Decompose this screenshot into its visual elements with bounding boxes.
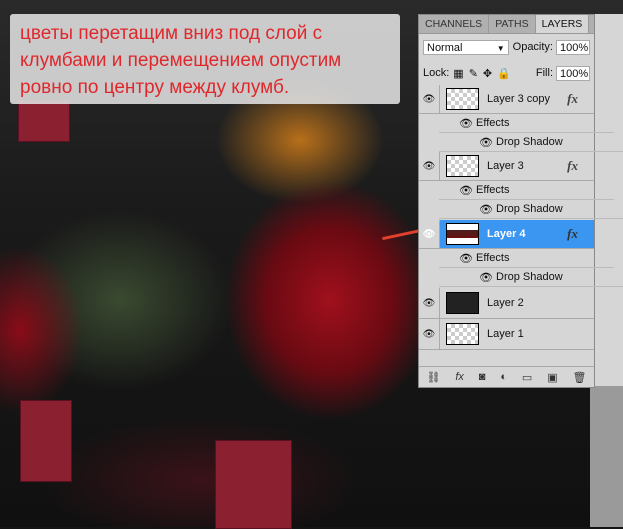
new-layer-icon[interactable]: ▣ — [547, 371, 557, 384]
panel-toolbar: ⛓ fx ◙ ◐ ▭ ▣ 🗑 — [419, 366, 594, 387]
layer-thumbnail — [446, 323, 479, 345]
layer-name: Layer 4 — [487, 228, 526, 240]
eye-icon[interactable]: 👁 — [479, 136, 493, 149]
effect-label: Drop Shadow — [496, 271, 563, 283]
note-line: цветы перетащим вниз под слой с — [20, 23, 323, 44]
eye-icon[interactable]: 👁 — [479, 203, 493, 216]
blend-mode-select[interactable]: Normal ▼ — [423, 39, 509, 55]
fill-label: Fill: — [535, 67, 553, 79]
tab-layers[interactable]: LAYERS — [535, 15, 590, 33]
opacity-label: Opacity: — [512, 41, 553, 53]
tab-channels[interactable]: CHANNELS — [419, 15, 490, 33]
layer-thumbnail — [446, 223, 479, 245]
folder-icon[interactable]: ▭ — [522, 371, 532, 384]
fx-icon[interactable]: fx — [455, 371, 464, 383]
effect-row[interactable]: 👁 Drop Shadow — [439, 268, 623, 287]
tab-paths[interactable]: PATHS — [489, 15, 536, 33]
lock-paint-icon[interactable]: ✎ — [469, 67, 478, 80]
effects-label: Effects — [476, 252, 510, 264]
layer-thumbnail — [446, 155, 479, 177]
effects-row[interactable]: 👁 Effects — [439, 249, 614, 268]
lock-all-icon[interactable]: 🔒 — [497, 67, 511, 80]
eye-icon[interactable]: 👁 — [423, 329, 436, 340]
instruction-note: цветы перетащим вниз под слой с клумбами… — [10, 14, 400, 104]
flowerbed-post — [20, 400, 72, 482]
link-icon[interactable]: ⛓ — [426, 371, 440, 384]
eye-icon[interactable]: 👁 — [423, 161, 436, 172]
eye-icon[interactable]: 👁 — [459, 184, 473, 197]
lock-transparency-icon[interactable]: ▦ — [453, 67, 463, 80]
effects-row[interactable]: 👁 Effects — [439, 114, 614, 133]
fx-icon[interactable]: fx — [567, 91, 578, 107]
window-background — [590, 386, 623, 527]
note-line: клумбами и перемещением опустим — [20, 50, 342, 71]
effect-label: Drop Shadow — [496, 203, 563, 215]
eye-icon[interactable]: 👁 — [423, 94, 436, 105]
layer-name: Layer 3 — [487, 160, 524, 172]
eye-icon[interactable]: 👁 — [459, 252, 473, 265]
flowerbed-post — [18, 100, 70, 142]
effect-row[interactable]: 👁 Drop Shadow — [439, 200, 623, 219]
eye-icon[interactable]: 👁 — [479, 271, 493, 284]
layer-name: Layer 2 — [487, 297, 524, 309]
layer-row-selected[interactable]: 👁 Layer 4 fx — [419, 220, 594, 249]
opacity-input[interactable]: 100% — [556, 39, 590, 55]
note-line: ровно по центру между клумб. — [20, 77, 290, 98]
lock-move-icon[interactable]: ✥ — [483, 67, 492, 80]
effects-label: Effects — [476, 184, 510, 196]
layer-row[interactable]: 👁 Layer 3 fx — [419, 152, 594, 181]
lock-label: Lock: — [423, 67, 450, 79]
effects-label: Effects — [476, 117, 510, 129]
layers-panel: CHANNELS PATHS LAYERS Normal ▼ Opacity: 1… — [418, 14, 623, 388]
effect-label: Drop Shadow — [496, 136, 563, 148]
layer-row[interactable]: 👁 Layer 3 copy fx — [419, 85, 594, 114]
layer-row[interactable]: 👁 Layer 1 — [419, 319, 594, 350]
effect-row[interactable]: 👁 Drop Shadow — [439, 133, 623, 152]
panel-tabs: CHANNELS PATHS LAYERS — [419, 15, 594, 34]
flowerbed-post — [215, 440, 292, 529]
eye-icon[interactable]: 👁 — [423, 298, 436, 309]
blend-mode-value: Normal — [427, 41, 463, 54]
trash-icon[interactable]: 🗑 — [573, 371, 587, 384]
layer-name: Layer 3 copy — [487, 93, 550, 105]
chevron-down-icon: ▼ — [496, 43, 505, 53]
fill-input[interactable]: 100% — [556, 65, 590, 81]
mask-icon[interactable]: ◙ — [479, 371, 486, 383]
fx-icon[interactable]: fx — [567, 158, 578, 174]
eye-icon[interactable]: 👁 — [423, 229, 436, 240]
layer-name: Layer 1 — [487, 328, 524, 340]
layer-thumbnail — [446, 88, 479, 110]
eye-icon[interactable]: 👁 — [459, 117, 473, 130]
layer-thumbnail — [446, 292, 479, 314]
layer-row[interactable]: 👁 Layer 2 — [419, 288, 594, 319]
effects-row[interactable]: 👁 Effects — [439, 181, 614, 200]
adjustment-icon[interactable]: ◐ — [500, 371, 507, 383]
fx-icon[interactable]: fx — [567, 226, 578, 242]
